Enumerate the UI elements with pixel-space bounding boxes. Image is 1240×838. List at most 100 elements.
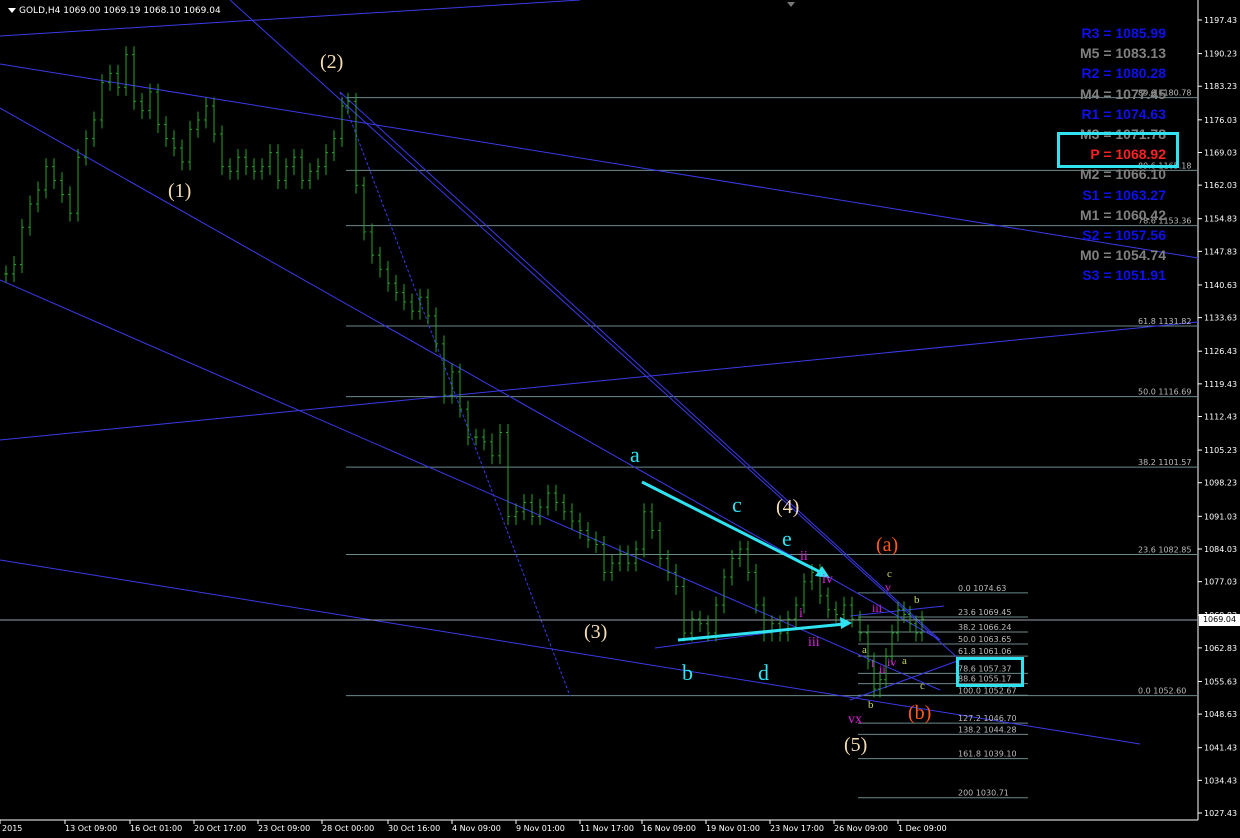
time-tick-label: 23 Nov 17:00 [770, 824, 824, 833]
wave-label: b [914, 594, 920, 606]
price-tick-label: 1140.63 [1204, 281, 1237, 290]
time-tick-label: 23 Oct 09:00 [258, 824, 310, 833]
price-tick-label: 1084.03 [1204, 545, 1237, 554]
wave-label: c [920, 680, 925, 692]
time-tick-label: 8 Oct 2015 [0, 824, 22, 833]
time-tick-label: 16 Oct 01:00 [130, 824, 182, 833]
time-tick-label: 30 Oct 16:00 [388, 824, 440, 833]
price-tick-label: 1091.03 [1204, 512, 1237, 521]
fib-level-label: 61.8 1131.82 [1138, 317, 1191, 326]
pivot-level: S1 = 1063.27 [1082, 186, 1166, 203]
price-tick-label: 1055.63 [1204, 677, 1237, 686]
price-tick-label: 1062.83 [1204, 644, 1237, 653]
pivot-level: S2 = 1057.56 [1082, 227, 1166, 243]
price-tick-label: 1041.43 [1204, 744, 1237, 753]
wave-label: c [887, 568, 892, 580]
trendline-8 [339, 91, 941, 641]
fib-level-label: 23.6 1082.85 [1138, 545, 1191, 554]
fib-level-label: 138.2 1044.28 [958, 725, 1017, 734]
fib-level-label: 0.0 1052.60 [1138, 687, 1186, 696]
wave-label: vx [848, 712, 862, 727]
wave-label: a [862, 644, 867, 656]
wave-label: (1) [168, 180, 191, 202]
price-tick-label: 1034.43 [1204, 776, 1237, 785]
current-price-tag: 1069.04 [1199, 614, 1240, 626]
price-tick-label: 1190.23 [1204, 50, 1237, 59]
wave-label: iii [872, 601, 883, 615]
trendline-11 [849, 605, 945, 617]
time-tick-label: 4 Nov 09:00 [452, 824, 501, 833]
fib-level-label: 38.2 1066.24 [958, 623, 1011, 632]
ohlc-values: 1069.00 1069.19 1068.10 1069.04 [63, 6, 221, 16]
wave-label: i [799, 606, 803, 621]
chevron-down-icon[interactable] [787, 2, 795, 7]
wave-label: b [868, 699, 874, 711]
menu-icon[interactable] [8, 8, 16, 13]
price-tick-label: 1162.03 [1204, 181, 1237, 190]
wave-label: d [758, 660, 769, 685]
trendline-1 [0, 63, 1199, 259]
time-tick-label: 19 Nov 01:00 [706, 824, 760, 833]
pivot-level: R3 = 1085.99 [1081, 25, 1166, 41]
price-tick-label: 1169.03 [1204, 148, 1237, 157]
candlesticks [4, 46, 924, 698]
wave-label: iii [808, 635, 820, 650]
wave-label: iv [822, 572, 833, 587]
wave-label: a [630, 442, 640, 467]
wave-label: c [732, 492, 742, 517]
time-tick-label: 28 Oct 00:00 [322, 824, 374, 833]
fib-level-label: 50.0 1116.69 [1138, 388, 1191, 397]
price-tick-label: 1112.43 [1204, 413, 1237, 422]
symbol-label: GOLD,H4 [19, 6, 61, 16]
fib-level-label: 200 1030.71 [958, 789, 1009, 798]
price-tick-label: 1147.83 [1204, 247, 1237, 256]
price-tick-label: 1133.63 [1204, 314, 1237, 323]
price-axis: 1197.43 1190.23 1183.23 1176.03 1169.03 1162.… [1198, 16, 1237, 818]
pivot-level: M5 = 1083.13 [1079, 45, 1166, 62]
time-tick-label: 1 Dec 09:00 [898, 824, 947, 833]
wave-label: (4) [776, 496, 799, 518]
price-tick-label: 1176.03 [1204, 116, 1237, 125]
price-tick-label: 1077.03 [1204, 578, 1237, 587]
fib-level-label: 161.8 1039.10 [958, 750, 1017, 759]
time-tick-label: 11 Nov 17:00 [580, 824, 634, 833]
price-tick-label: 1105.23 [1204, 446, 1237, 455]
cyan-arrows [641, 480, 852, 642]
pivot-level: M1 = 1060.42 [1079, 206, 1166, 223]
fib-level-label: 0.0 1074.63 [958, 584, 1006, 593]
fibonacci-levels [346, 97, 1198, 799]
pivot-level: M2 = 1066.10 [1079, 166, 1166, 183]
fib-level-label: 50.0 1063.65 [958, 635, 1011, 644]
arrow-b-to-d-head [840, 617, 852, 629]
pivot-level: M4 = 1077.45 [1079, 85, 1166, 102]
wave-label: ii [879, 662, 886, 676]
fib-level-label: 100.0 1052.67 [958, 686, 1017, 695]
trendline-5 [0, 321, 1199, 441]
fib-level-label: 127.2 1046.70 [958, 714, 1017, 723]
wave-label: (3) [584, 621, 607, 643]
pivot-level: S3 = 1051.91 [1082, 267, 1166, 284]
time-tick-label: 16 Nov 09:00 [642, 824, 696, 833]
wave-label: (b) [908, 702, 931, 724]
price-chart[interactable]: 1197.43 1190.23 1183.23 1176.03 1169.03 1162.… [0, 0, 1240, 838]
time-tick-label: 26 Nov 09:00 [834, 824, 888, 833]
price-tick-label: 1027.43 [1204, 809, 1237, 818]
wave-label: iv [887, 655, 896, 669]
wave-label: ii [800, 549, 808, 564]
price-tick-label: 1154.83 [1204, 215, 1237, 224]
price-tick-label: 1183.23 [1204, 82, 1237, 91]
trendline-9 [339, 91, 571, 697]
time-tick-label: 9 Nov 01:00 [516, 824, 565, 833]
price-tick-label: 1126.43 [1204, 347, 1237, 356]
wave-label: a [902, 655, 907, 667]
fib-level-label: 23.6 1069.45 [958, 608, 1011, 617]
wave-label: e [782, 526, 792, 551]
price-tick-label: 1119.43 [1204, 380, 1237, 389]
pivot-level: M0 = 1054.74 [1079, 247, 1166, 264]
time-tick-label: 20 Oct 17:00 [194, 824, 246, 833]
price-tick-label: 1048.63 [1204, 710, 1237, 719]
fib-level-label: 61.8 1061.06 [958, 647, 1011, 656]
pivot-level: R1 = 1074.63 [1081, 105, 1166, 122]
wave-label: (2) [320, 51, 343, 73]
pivot-level: R2 = 1080.28 [1081, 65, 1166, 82]
